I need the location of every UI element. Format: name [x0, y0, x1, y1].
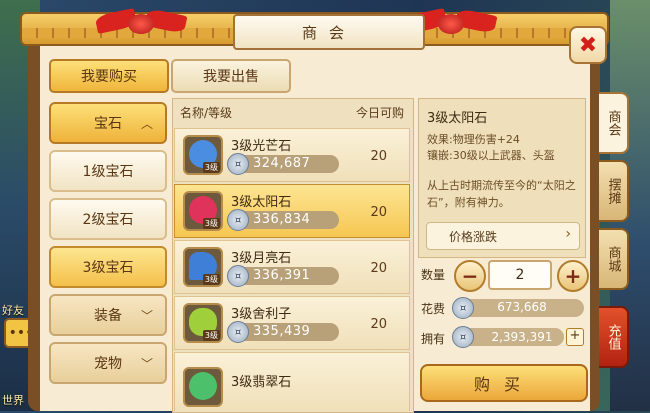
item-price: 324,687: [253, 156, 311, 171]
list-item[interactable]: 3级 3级舍利子 ¤ 335,439 20: [174, 296, 410, 350]
tab-sell[interactable]: 我要出售: [171, 59, 291, 93]
category-pets[interactable]: 宠物 ﹀: [49, 342, 167, 384]
window-title: 商会: [233, 14, 425, 50]
item-daily-limit: 20: [370, 317, 387, 332]
gem-icon: 3级: [183, 247, 223, 287]
item-name: 3级翡翠石: [231, 375, 292, 390]
gem-icon: 3级: [183, 191, 223, 231]
close-button[interactable]: ✖: [569, 26, 607, 64]
price-trend-button[interactable]: 价格涨跌 ›: [426, 222, 580, 250]
gem-icon: [183, 367, 223, 407]
world-tag[interactable]: 世界: [2, 392, 24, 408]
category-gems[interactable]: 宝石 ︿: [49, 102, 167, 144]
tab-stall[interactable]: 摆摊: [599, 160, 629, 222]
header-daily-limit: 今日可购: [355, 106, 404, 120]
item-daily-limit: 20: [370, 261, 387, 276]
owned-value: 2,393,391: [491, 330, 553, 344]
list-item-selected[interactable]: 3级 3级太阳石 ¤ 336,834 20: [174, 184, 410, 238]
gem-icon: 3级: [183, 135, 223, 175]
item-price: 335,439: [253, 324, 311, 339]
item-daily-limit: 20: [370, 149, 387, 164]
list-item[interactable]: 3级 3级月亮石 ¤ 336,391 20: [174, 240, 410, 294]
decrease-button[interactable]: −: [454, 260, 486, 292]
header-name: 名称/等级: [180, 106, 233, 120]
add-currency-button[interactable]: +: [566, 328, 584, 346]
buy-button[interactable]: 购买: [420, 364, 588, 402]
detail-name: 3级太阳石: [427, 111, 488, 126]
price-trend-label: 价格涨跌: [449, 230, 498, 244]
item-price: 336,391: [253, 268, 311, 283]
increase-button[interactable]: +: [557, 260, 589, 292]
tab-chamber[interactable]: 商会: [599, 92, 629, 154]
list-header: 名称/等级 今日可购: [178, 104, 408, 124]
list-item[interactable]: 3级翡翠石: [174, 352, 410, 411]
silver-coin-icon: ¤: [452, 326, 474, 348]
detail-description: 从上古时期流传至今的“太阳之石”，附有神力。: [427, 179, 576, 209]
chevron-right-icon: ›: [565, 226, 571, 242]
cost-label: 花费: [421, 302, 446, 316]
category-gem-level-1[interactable]: 1级宝石: [49, 150, 167, 192]
item-daily-limit: 20: [370, 205, 387, 220]
owned-label: 拥有: [421, 332, 446, 346]
item-name: 3级舍利子: [231, 307, 292, 322]
friends-tag[interactable]: 好友: [2, 302, 24, 318]
chevron-up-icon: ︿: [140, 116, 153, 131]
tab-mall[interactable]: 商城: [599, 228, 629, 290]
detail-inlay: 镶嵌:30级以上武器、头盔: [427, 149, 555, 162]
quantity-label: 数量: [421, 268, 446, 282]
category-equipment[interactable]: 装备 ﹀: [49, 294, 167, 336]
item-name: 3级光芒石: [231, 139, 292, 154]
chevron-down-icon: ﹀: [140, 356, 153, 371]
item-price: 336,834: [253, 212, 311, 227]
silver-coin-icon: ¤: [227, 209, 249, 231]
ribbon-left: [94, 8, 188, 44]
gem-icon: 3级: [183, 303, 223, 343]
silver-coin-icon: ¤: [227, 265, 249, 287]
category-label: 装备: [94, 308, 122, 324]
silver-coin-icon: ¤: [227, 153, 249, 175]
silver-coin-icon: ¤: [452, 297, 474, 319]
list-item[interactable]: 3级 3级光芒石 ¤ 324,687 20: [174, 128, 410, 182]
category-gem-level-3[interactable]: 3级宝石: [49, 246, 167, 288]
tab-recharge[interactable]: 充值: [599, 306, 629, 368]
quantity-input[interactable]: 2: [488, 260, 552, 290]
category-gem-level-2[interactable]: 2级宝石: [49, 198, 167, 240]
category-label: 宠物: [94, 356, 122, 372]
tab-buy[interactable]: 我要购买: [49, 59, 169, 93]
item-name: 3级太阳石: [231, 195, 292, 210]
category-label: 宝石: [94, 116, 122, 132]
detail-effect: 效果:物理伤害+24: [427, 133, 520, 146]
item-name: 3级月亮石: [231, 251, 292, 266]
chevron-down-icon: ﹀: [140, 308, 153, 323]
cost-value: 673,668: [497, 300, 547, 314]
silver-coin-icon: ¤: [227, 321, 249, 343]
